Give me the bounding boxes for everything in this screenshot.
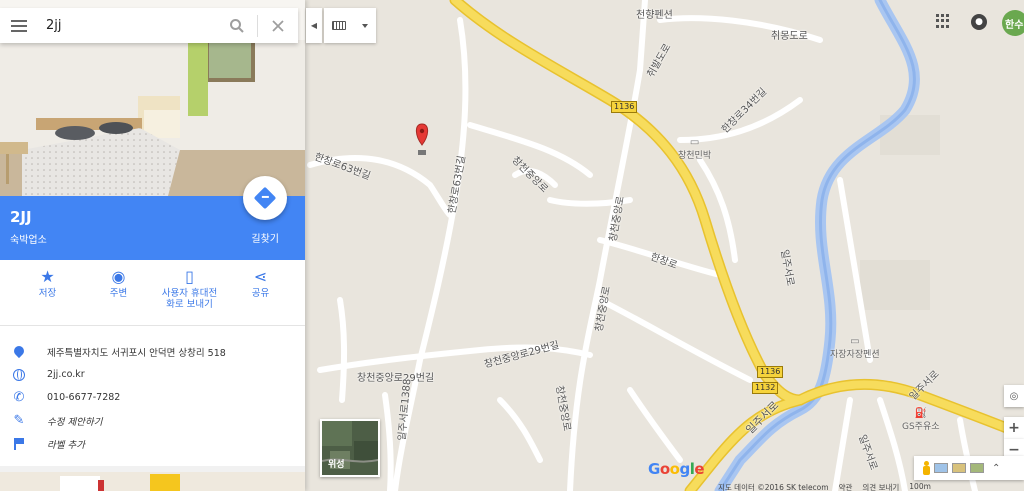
lodging-icon: ▭ [850,336,860,347]
pegman-icon[interactable] [922,461,930,475]
lodging-icon: ▭ [689,137,700,148]
location-pin-icon [14,346,24,358]
route-shield-1132: 1132 [752,382,779,394]
route-shield-1136-b: 1136 [757,366,784,378]
suggest-edit-row[interactable]: ✎ 수정 제안하기 [0,409,305,432]
star-icon: ★ [40,267,55,286]
account-avatar[interactable]: 한수 [1002,10,1024,36]
pencil-icon: ✎ [13,413,25,428]
search-icon [230,18,244,33]
search-input[interactable] [38,18,217,33]
plus-icon: + [1008,420,1020,436]
chevron-down-icon[interactable] [362,23,368,28]
collapse-panel-button[interactable]: ◀ [306,8,322,43]
my-location-button[interactable]: ◎ [1004,385,1024,407]
notifications-bell-icon[interactable]: ● [971,14,987,30]
address-row[interactable]: 제주특별자치도 서귀포시 안덕면 상창리 518 [0,340,305,363]
chevron-left-icon: ◀ [310,21,318,30]
directions-label[interactable]: 길찾기 [251,230,279,245]
poi-gs-station[interactable]: ⛽ GS주유소 [902,408,940,432]
map-controls: ◎ + − [1004,385,1024,461]
layer-thumb-2[interactable] [952,463,966,473]
map-label-chwibal: 취몽도로 [771,31,808,42]
phone-text: 010-6677-7282 [47,392,121,403]
satellite-toggle[interactable]: 위성 [320,419,380,477]
layer-thumb-1[interactable] [934,463,948,473]
place-info-list: 제주특별자치도 서귀포시 안덕면 상창리 518 2jj.co.kr ✆ 010… [0,340,305,455]
gas-station-icon: ⛽ [914,408,927,419]
my-location-icon: ◎ [1009,390,1019,402]
chevron-up-icon[interactable]: ⌃ [992,463,1000,474]
phone-row[interactable]: ✆ 010-6677-7282 [0,386,305,409]
nearby-pin-icon: ◉ [111,267,126,286]
layers-bar: ⌃ [914,456,1024,480]
divider [0,325,305,326]
directions-button[interactable] [243,176,287,220]
google-logo: Google [648,460,705,478]
send-to-phone-icon: ▯ [185,267,194,286]
website-row[interactable]: 2jj.co.kr [0,363,305,386]
map-label-changcheon-29b: 창천중앙로29번길 [357,373,435,384]
location-marker [415,123,429,155]
address-text: 제주특별자치도 서귀포시 안덕면 상창리 518 [47,347,226,359]
keyboard-icon [332,21,346,30]
satellite-label: 위성 [328,460,345,470]
phone-icon: ✆ [13,390,25,405]
search-button[interactable] [217,8,257,43]
clear-search-button[interactable] [258,8,298,43]
share-icon: ⋖ [253,267,268,286]
input-tools-button[interactable] [324,8,376,43]
directions-icon [253,186,277,210]
flag-icon [13,437,25,450]
hamburger-icon [11,19,27,32]
website-link[interactable]: 2jj.co.kr [38,369,85,380]
search-box [0,8,298,43]
second-photo[interactable] [0,472,305,491]
share-button[interactable]: ⋖ 공유 [225,262,296,324]
terms-link[interactable]: 약관 [839,482,853,491]
apps-grid-icon[interactable] [936,14,950,28]
poi-jajang-pension[interactable]: ▭ 자장자장펜션 [830,336,880,360]
action-bar: ★ 저장 ◉ 주변 ▯ 사용자 휴대전 화로 보내기 ⋖ 공유 [0,262,305,324]
save-button[interactable]: ★ 저장 [12,262,83,324]
scale-bar[interactable]: 100m [909,482,931,491]
poi-changcheon-minbak[interactable]: ▭ 창천민박 [678,137,711,161]
add-label-link[interactable]: 라벨 추가 [38,437,85,451]
map-data-credit: 지도 데이터 ©2016 SK telecom [718,483,829,491]
zoom-in-button[interactable]: + [1004,417,1024,439]
place-title: 2JJ [10,208,32,226]
close-icon [272,19,284,32]
menu-button[interactable] [0,8,38,43]
map-footer: 지도 데이터 ©2016 SK telecom 약관 의견 보내기 100m [718,482,931,491]
suggest-edit-link[interactable]: 수정 제안하기 [38,414,102,428]
place-category: 숙박업소 [10,235,47,246]
second-photo-image [0,472,305,491]
feedback-link[interactable]: 의견 보내기 [862,482,899,491]
nearby-button[interactable]: ◉ 주변 [83,262,154,324]
globe-icon [13,368,25,381]
map-label-chunhyang: 천향펜션 [636,10,673,21]
route-shield-1136: 1136 [611,101,638,113]
send-to-phone-button[interactable]: ▯ 사용자 휴대전 화로 보내기 [154,262,225,324]
layer-thumb-3[interactable] [970,463,984,473]
place-panel: 2JJ 숙박업소 길찾기 ★ 저장 ◉ 주변 ▯ 사용자 휴대전 화로 보내기 … [0,0,305,491]
add-label-row[interactable]: 라벨 추가 [0,432,305,455]
